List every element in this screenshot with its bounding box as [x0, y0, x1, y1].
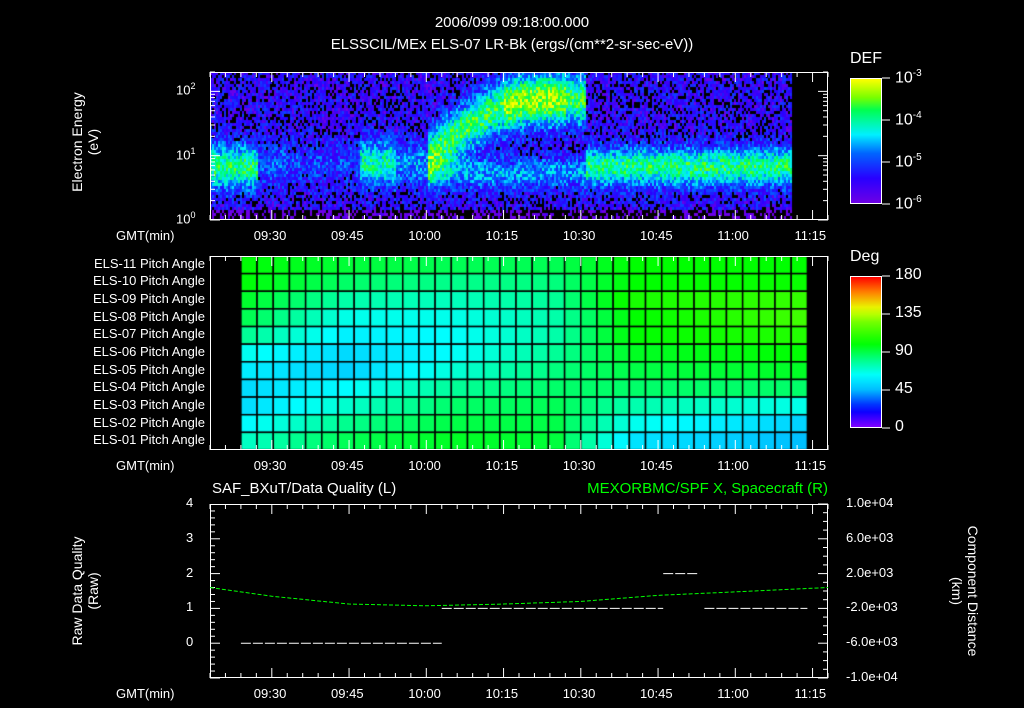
time-tick-label: 10:30: [562, 686, 596, 701]
time-tick-label: 11:00: [717, 686, 749, 701]
time-tick-label: 10:30: [562, 228, 596, 243]
time-tick-label: 11:15: [794, 228, 827, 243]
position-x-line: [209, 587, 829, 607]
time-tick-label: 10:00: [408, 228, 441, 243]
time-tick-label: 10:15: [485, 458, 519, 473]
time-tick-label: 09:30: [253, 458, 287, 473]
time-axis-label: GMT(min): [116, 228, 175, 243]
time-tick-label: 09:45: [331, 686, 364, 701]
time-tick-label: 09:45: [331, 228, 364, 243]
time-tick-label: 11:15: [794, 458, 827, 473]
time-tick-label: 10:30: [562, 458, 596, 473]
time-tick-label: 09:30: [253, 228, 287, 243]
time-tick-label: 10:00: [408, 686, 441, 701]
time-tick-label: 10:45: [640, 458, 673, 473]
time-tick-label: 09:30: [253, 686, 287, 701]
time-tick-label: 10:00: [408, 458, 441, 473]
time-tick-label: 10:15: [485, 686, 519, 701]
time-tick-label: 09:45: [331, 458, 364, 473]
time-tick-label: 11:00: [717, 458, 749, 473]
time-axis-label: GMT(min): [116, 686, 175, 701]
axes-overlay: [209, 71, 890, 679]
time-tick-label: 10:45: [640, 228, 673, 243]
time-tick-label: 10:15: [485, 228, 519, 243]
time-tick-label: 10:45: [640, 686, 673, 701]
time-tick-label: 11:00: [717, 228, 749, 243]
time-axis-label: GMT(min): [116, 458, 175, 473]
time-tick-label: 11:15: [794, 686, 827, 701]
